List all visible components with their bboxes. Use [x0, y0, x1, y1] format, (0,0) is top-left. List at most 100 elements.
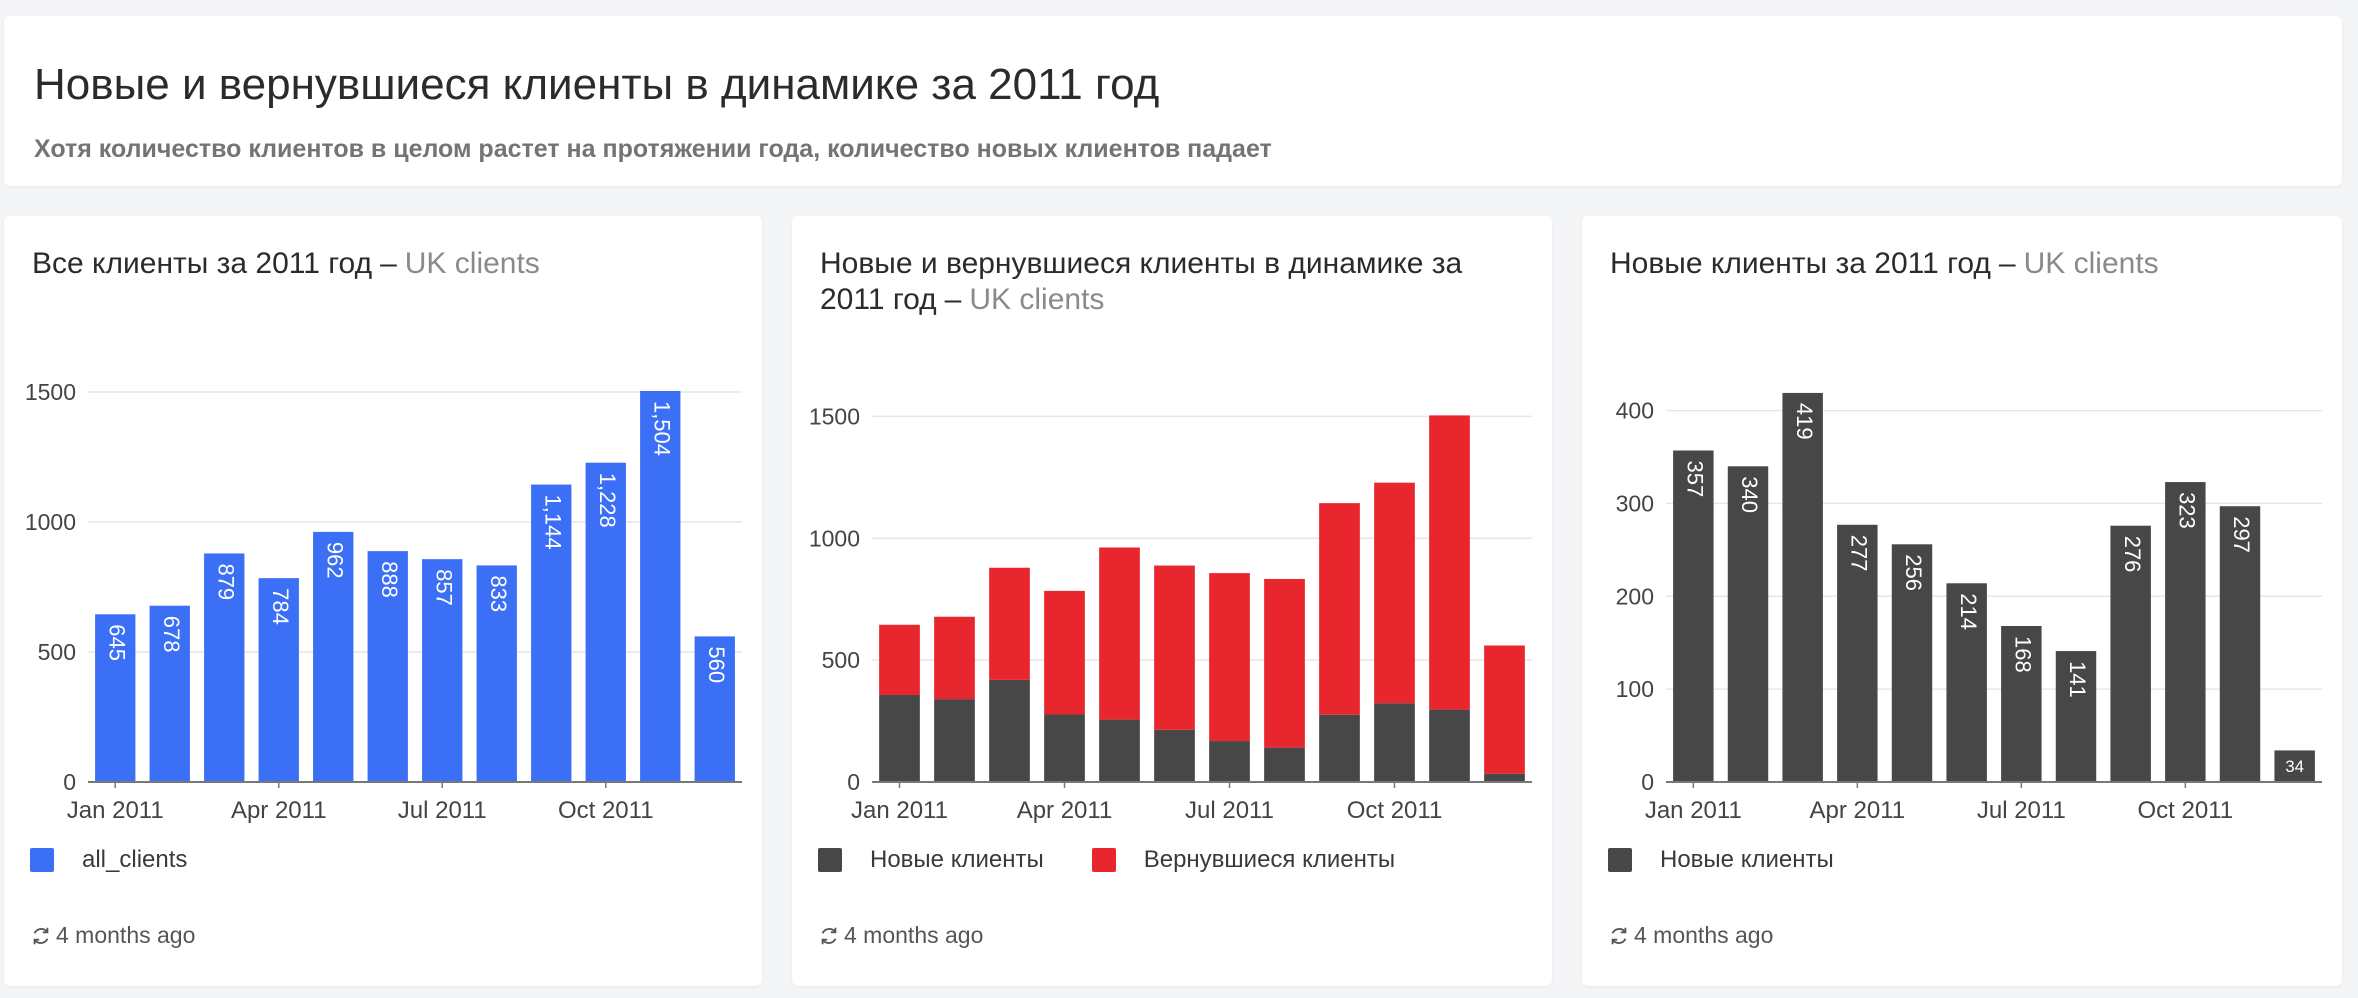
data-label: 962 [322, 542, 347, 579]
bar [934, 699, 975, 782]
x-tick-label: Oct 2011 [2138, 797, 2234, 824]
chart-legend: Новые клиенты [1608, 846, 1882, 874]
x-tick-label: Jan 2011 [851, 797, 948, 824]
bar [1099, 547, 1140, 720]
all-clients-bar-chart: 0 500 1000 1500 645 678 879 784 962 888 857 833 1,14… [25, 379, 742, 824]
x-tick-label: Oct 2011 [1347, 797, 1443, 824]
y-tick-label: 1000 [25, 509, 76, 535]
data-label: 888 [377, 561, 402, 598]
bar [934, 616, 975, 700]
bar [1484, 773, 1525, 782]
y-tick-label: 400 [1616, 398, 1654, 424]
legend-label: Вернувшиеся клиенты [1143, 846, 1396, 873]
x-tick-label: Oct 2011 [558, 797, 654, 824]
bar [1154, 565, 1195, 730]
legend-item-all-clients[interactable]: all_clients [30, 846, 187, 874]
chart-legend: Новые клиенты Вернувшиеся клиенты [818, 846, 1443, 874]
header-card: Новые и вернувшиеся клиенты в динамике з… [4, 16, 2342, 186]
data-label: 276 [2120, 536, 2145, 573]
y-tick-label: 500 [38, 639, 76, 665]
bar [879, 624, 920, 695]
chart-card-new-clients[interactable]: Новые клиенты за 2011 год – UK clients 0 10… [1582, 216, 2342, 986]
y-tick-label: 0 [847, 769, 860, 795]
bar [1044, 714, 1085, 782]
data-label: 168 [2011, 636, 2036, 673]
data-label: 560 [704, 646, 729, 683]
legend-label: all_clients [82, 846, 188, 873]
bar [1099, 719, 1140, 782]
legend-item-returning-clients[interactable]: Вернувшиеся клиенты [1091, 846, 1396, 874]
data-label: 784 [268, 588, 293, 625]
y-tick-label: 1500 [25, 379, 76, 405]
data-label: 857 [431, 569, 456, 606]
bar [1673, 450, 1714, 782]
last-updated: 4 months ago [56, 922, 196, 948]
bar [1319, 503, 1360, 715]
legend-swatch [1091, 848, 1116, 872]
y-tick-label: 1000 [809, 525, 860, 551]
new-vs-returning-stacked-chart: 0 500 1000 1500 Jan 2011 Apr 2011 Jul 2011 Oct … [809, 403, 1532, 824]
page-title: Новые и вернувшиеся клиенты в динамике з… [34, 60, 1160, 109]
x-tick-label: Jan 2011 [67, 797, 164, 824]
y-tick-label: 500 [822, 647, 860, 673]
bar [1209, 573, 1250, 742]
bar [1429, 415, 1470, 710]
bar [1154, 729, 1195, 782]
data-label: 277 [1847, 535, 1872, 572]
bar [1782, 392, 1823, 782]
last-updated: 4 months ago [1634, 922, 1774, 948]
data-label: 678 [159, 616, 184, 653]
refresh-icon[interactable] [818, 925, 840, 947]
legend-label: Новые клиенты [870, 846, 1044, 873]
y-tick-label: 300 [1616, 490, 1654, 516]
bar [989, 679, 1030, 782]
legend-item-new-clients[interactable]: Новые клиенты [818, 846, 1044, 874]
x-tick-label: Jul 2011 [1977, 797, 2066, 824]
bar [1727, 466, 1769, 782]
x-tick-label: Jul 2011 [398, 797, 487, 824]
bar [1484, 645, 1525, 774]
data-label: 1,144 [540, 495, 565, 550]
refresh-icon[interactable] [1608, 925, 1630, 947]
legend-swatch [30, 848, 54, 872]
y-tick-label: 0 [1641, 769, 1654, 795]
data-label: 879 [213, 563, 238, 600]
legend-item-new-clients[interactable]: Новые клиенты [1608, 846, 1834, 874]
x-tick-label: Apr 2011 [1810, 797, 1906, 824]
chart-legend: all_clients [30, 846, 235, 874]
data-label: 34 [2285, 757, 2304, 776]
card-footer: 4 months ago [1608, 922, 1773, 949]
bar [989, 567, 1030, 680]
data-label: 323 [2175, 492, 2200, 529]
y-tick-label: 200 [1616, 583, 1654, 609]
refresh-icon[interactable] [30, 925, 52, 947]
chart-card-all-clients[interactable]: Все клиенты за 2011 год – UK clients 0 500 1… [4, 216, 762, 986]
data-label: 214 [1956, 593, 1981, 630]
y-tick-label: 0 [63, 769, 76, 795]
data-label: 833 [486, 575, 511, 612]
last-updated: 4 months ago [844, 922, 984, 948]
data-label: 256 [1901, 554, 1926, 591]
bar [1264, 747, 1305, 782]
data-label: 645 [104, 624, 129, 661]
bar [1429, 709, 1470, 782]
bar [1319, 714, 1360, 782]
data-label: 297 [2229, 516, 2254, 553]
bar [1374, 482, 1415, 704]
data-label: 141 [2065, 661, 2090, 698]
legend-swatch [818, 848, 842, 872]
card-footer: 4 months ago [818, 922, 983, 949]
chart-card-new-vs-returning[interactable]: Новые и вернувшиеся клиенты в динамике з… [792, 216, 1552, 986]
data-label: 419 [1792, 403, 1817, 440]
bar [1209, 741, 1250, 782]
y-tick-label: 1500 [809, 403, 860, 429]
legend-label: Новые клиенты [1660, 846, 1834, 873]
new-clients-bar-chart: 0 100 200 300 400 357 340 419 277 256 214 168 141 276… [1616, 392, 2322, 824]
x-tick-label: Apr 2011 [231, 797, 327, 824]
data-label: 357 [1683, 461, 1708, 498]
data-label: 1,504 [649, 401, 674, 456]
page-subtitle: Хотя количество клиентов в целом растет … [34, 135, 1272, 163]
bar [1264, 578, 1305, 748]
legend-swatch [1608, 848, 1632, 872]
bar [879, 694, 920, 782]
